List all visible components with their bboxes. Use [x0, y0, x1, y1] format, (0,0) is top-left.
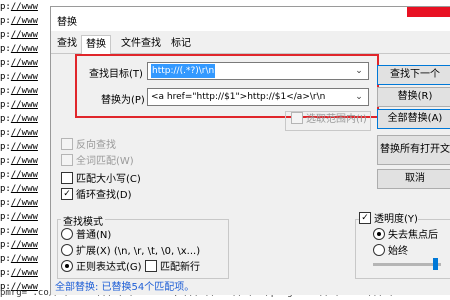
- transparency-checkbox[interactable]: ✓ 透明度(Y): [359, 212, 418, 227]
- tab-find-in-files[interactable]: 文件查找: [117, 37, 165, 53]
- cancel-button[interactable]: 取消: [377, 169, 450, 189]
- replace-button[interactable]: 替换(R): [377, 87, 450, 107]
- replace-dialog: 替换 查找 替换 文件查找 标记 查找目标(T) : http://(.*?)\…: [50, 6, 450, 295]
- transparency-slider-thumb[interactable]: [432, 258, 438, 270]
- always-radio[interactable]: 始终: [373, 244, 408, 259]
- match-case-checkbox[interactable]: 匹配大小写(C): [61, 172, 141, 187]
- transparency-slider-track[interactable]: [373, 263, 441, 266]
- dialog-titlebar: 替换: [51, 7, 450, 31]
- close-button[interactable]: [407, 7, 450, 17]
- tab-find[interactable]: 查找: [53, 37, 81, 53]
- tab-bar: 查找 替换 文件查找 标记: [51, 35, 450, 55]
- find-next-button[interactable]: 查找下一个: [377, 65, 450, 85]
- checkmark-icon: ✓: [61, 188, 73, 200]
- mode-normal-radio[interactable]: 普通(N): [61, 228, 111, 243]
- search-mode-title: 查找模式: [61, 213, 105, 228]
- checkmark-icon: ✓: [359, 212, 371, 224]
- tab-mark[interactable]: 标记: [167, 37, 195, 53]
- on-lose-focus-radio[interactable]: 失去焦点后: [373, 228, 438, 243]
- wrap-around-checkbox[interactable]: ✓ 循环查找(D): [61, 188, 132, 203]
- replace-all-open-docs-button[interactable]: 替换所有打开文: [377, 135, 450, 165]
- replace-all-button[interactable]: 全部替换(A): [377, 109, 450, 129]
- dialog-title: 替换: [57, 17, 77, 28]
- dot-matches-newline-checkbox[interactable]: 匹配新行: [145, 260, 200, 275]
- backward-checkbox[interactable]: 反向查找: [61, 138, 116, 153]
- mode-extended-radio[interactable]: 扩展(X) (\n, \r, \t, \0, \x...): [61, 244, 200, 259]
- mode-regex-radio[interactable]: 正则表达式(G): [61, 260, 142, 275]
- whole-word-checkbox[interactable]: 全词匹配(W): [61, 154, 134, 169]
- in-selection-checkbox[interactable]: 选取范围内(I): [291, 112, 367, 127]
- status-message: 全部替换: 已替换54个匹配项。: [51, 281, 450, 295]
- annotation-highlight-box: [75, 54, 379, 118]
- tab-replace[interactable]: 替换: [81, 35, 111, 55]
